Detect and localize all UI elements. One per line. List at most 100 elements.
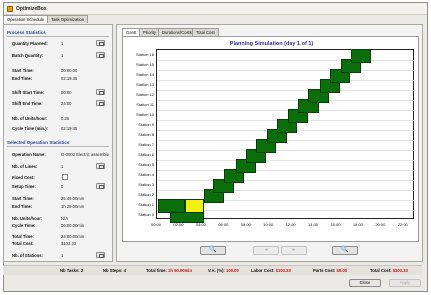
- x-tick-label: 14:00: [308, 222, 319, 227]
- units-per-hour-value: 0.25: [61, 116, 70, 121]
- y-tick-label: Station 16: [135, 51, 154, 57]
- y-tick-label: Station 12: [135, 91, 154, 97]
- shift-start-time-edit-button[interactable]: [96, 89, 105, 95]
- op-units-per-hour-label: Nb. Units/hour:: [12, 216, 43, 221]
- tab-gantt[interactable]: Gantt: [122, 28, 141, 36]
- fixed-cost-checkbox[interactable]: [62, 174, 68, 180]
- total-cost-label: Total Cost:: [12, 241, 34, 246]
- cycle-time-label: Cycle Time (min.):: [12, 126, 48, 131]
- section-divider: [7, 36, 109, 37]
- grid-line: [157, 110, 415, 111]
- chart-title: Planning Simulation (day 1 of 1): [229, 41, 314, 47]
- fixed-cost-label: Fixed Cost:: [12, 175, 35, 180]
- quantity-planned-label: Quantity Planned:: [12, 41, 48, 46]
- x-tick-label: 22:00: [397, 222, 408, 227]
- y-tick-label: Station 9: [138, 121, 154, 127]
- tab-task-optimization[interactable]: Task Optimization: [47, 15, 89, 23]
- nb-of-stations-label: Nb. of Stations:: [12, 253, 43, 258]
- grid-line: [157, 90, 415, 91]
- y-tick-label: Station 1: [138, 201, 154, 207]
- shift-start-time-value: 00:00: [61, 90, 72, 95]
- zoom-out-button[interactable]: 🔍: [332, 246, 358, 255]
- grid-line: [157, 100, 415, 101]
- batch-quantity-edit-button[interactable]: [96, 52, 105, 58]
- gantt-chart: Planning Simulation (day 1 of 1) Station…: [122, 36, 419, 242]
- scroll-left-button[interactable]: ◂: [253, 246, 279, 255]
- x-tick-label: 16:00: [330, 222, 341, 227]
- scroll-right-button[interactable]: ▸: [281, 246, 307, 255]
- nb-of-lines-label: Nb. of Lines:: [12, 164, 38, 169]
- op-start-time-value: 25:49.00min: [61, 196, 85, 201]
- x-tick-label: 02:00: [173, 222, 184, 227]
- nb-of-lines-value: 1: [61, 164, 64, 169]
- op-units-per-hour-value: N/A: [61, 216, 68, 221]
- operation-name-value: O-0002 Electric assemble: [61, 152, 109, 157]
- zoom-in-button[interactable]: 🔍: [200, 246, 226, 255]
- start-time-label: Start Time:: [12, 68, 34, 73]
- shift-end-time-label: Shift End Time:: [12, 101, 43, 106]
- op-end-time-label: End Time:: [12, 204, 33, 209]
- x-tick-label: 12:00: [285, 222, 296, 227]
- nb-of-lines-edit-button[interactable]: [96, 163, 105, 169]
- apply-button[interactable]: Apply: [389, 279, 421, 287]
- app-logo-icon: [7, 6, 13, 12]
- title-bar: OptimizeBox: [4, 3, 427, 15]
- units-per-hour-label: Nb. of Units/hour:: [12, 116, 48, 121]
- y-tick-label: Station 5: [138, 161, 154, 167]
- grid-line: [157, 150, 415, 151]
- operation-name-label: Operation Name:: [12, 152, 46, 157]
- op-end-time-value: 1h 29.00min: [61, 204, 85, 209]
- setup-time-edit-button[interactable]: [96, 183, 105, 189]
- tab-durations-costs[interactable]: Durations/Costs: [158, 28, 196, 36]
- tab-total-cost[interactable]: Total Cost: [192, 28, 219, 36]
- grid-line: [157, 170, 415, 171]
- x-tick-label: 10:00: [263, 222, 274, 227]
- close-button[interactable]: Close: [349, 279, 381, 287]
- shift-end-time-edit-button[interactable]: [96, 100, 105, 106]
- setup-time-label: Setup Time:: [12, 184, 36, 189]
- selected-operation-header: Selected Operation Statistics: [7, 140, 70, 145]
- tab-operation-schedule[interactable]: Operation Schedule: [3, 15, 49, 23]
- plot-area: [156, 49, 415, 223]
- total-time-status: Total time: 1h 50.00min: [146, 268, 193, 273]
- chart-panel: Gantt Priority Durations/Costs Total Cos…: [116, 24, 423, 262]
- x-tick-label: 00:00: [150, 222, 161, 227]
- y-tick-label: Station 4: [138, 171, 154, 177]
- arrow-left-icon: ◂: [264, 247, 268, 253]
- x-tick-label: 18:00: [352, 222, 363, 227]
- start-time-value: 00:00:00: [61, 68, 78, 73]
- grid-line: [157, 80, 415, 81]
- y-tick-label: Station 7: [138, 141, 154, 147]
- section-divider: [7, 146, 109, 147]
- nb-of-stations-edit-button[interactable]: [96, 252, 105, 258]
- total-time-value: 24:00.00min: [61, 234, 85, 239]
- tab-priority[interactable]: Priority: [139, 28, 161, 36]
- x-tick-label: 20:00: [375, 222, 386, 227]
- gantt-bar[interactable]: [351, 49, 372, 63]
- y-tick-label: Station 15: [135, 61, 154, 67]
- x-tick-label: 08:00: [240, 222, 251, 227]
- end-time-value: 02:19:45: [61, 76, 78, 81]
- arrow-right-icon: ▸: [292, 247, 296, 253]
- va-status: V.A. (%): 100.00: [208, 268, 239, 273]
- op-cycle-time-label: Cycle Time:: [12, 223, 36, 228]
- grid-line: [157, 60, 415, 61]
- zoom-in-icon: 🔍: [209, 247, 217, 253]
- batch-quantity-value: 1: [61, 53, 64, 58]
- gantt-bar[interactable]: [158, 199, 186, 213]
- zoom-out-icon: 🔍: [341, 247, 349, 253]
- nb-of-stations-value: 1: [61, 253, 64, 258]
- labor-cost-status: Labor Cost: $103.33: [251, 268, 291, 273]
- y-tick-label: Station 3: [138, 181, 154, 187]
- process-statistics-header: Process Statistics: [7, 30, 46, 35]
- y-tick-label: Station 8: [138, 131, 154, 137]
- cycle-time-value: 02:19:45: [61, 126, 78, 131]
- y-tick-label: Station 13: [135, 81, 154, 87]
- gantt-bar[interactable]: [185, 199, 205, 213]
- y-tick-label: Station 11: [136, 101, 154, 107]
- shift-start-time-label: Shift Start Time:: [12, 90, 45, 95]
- op-cycle-time-value: 06:00.00min: [61, 223, 85, 228]
- grid-line: [157, 70, 415, 71]
- quantity-planned-edit-button[interactable]: [96, 40, 105, 46]
- grid-line: [157, 180, 415, 181]
